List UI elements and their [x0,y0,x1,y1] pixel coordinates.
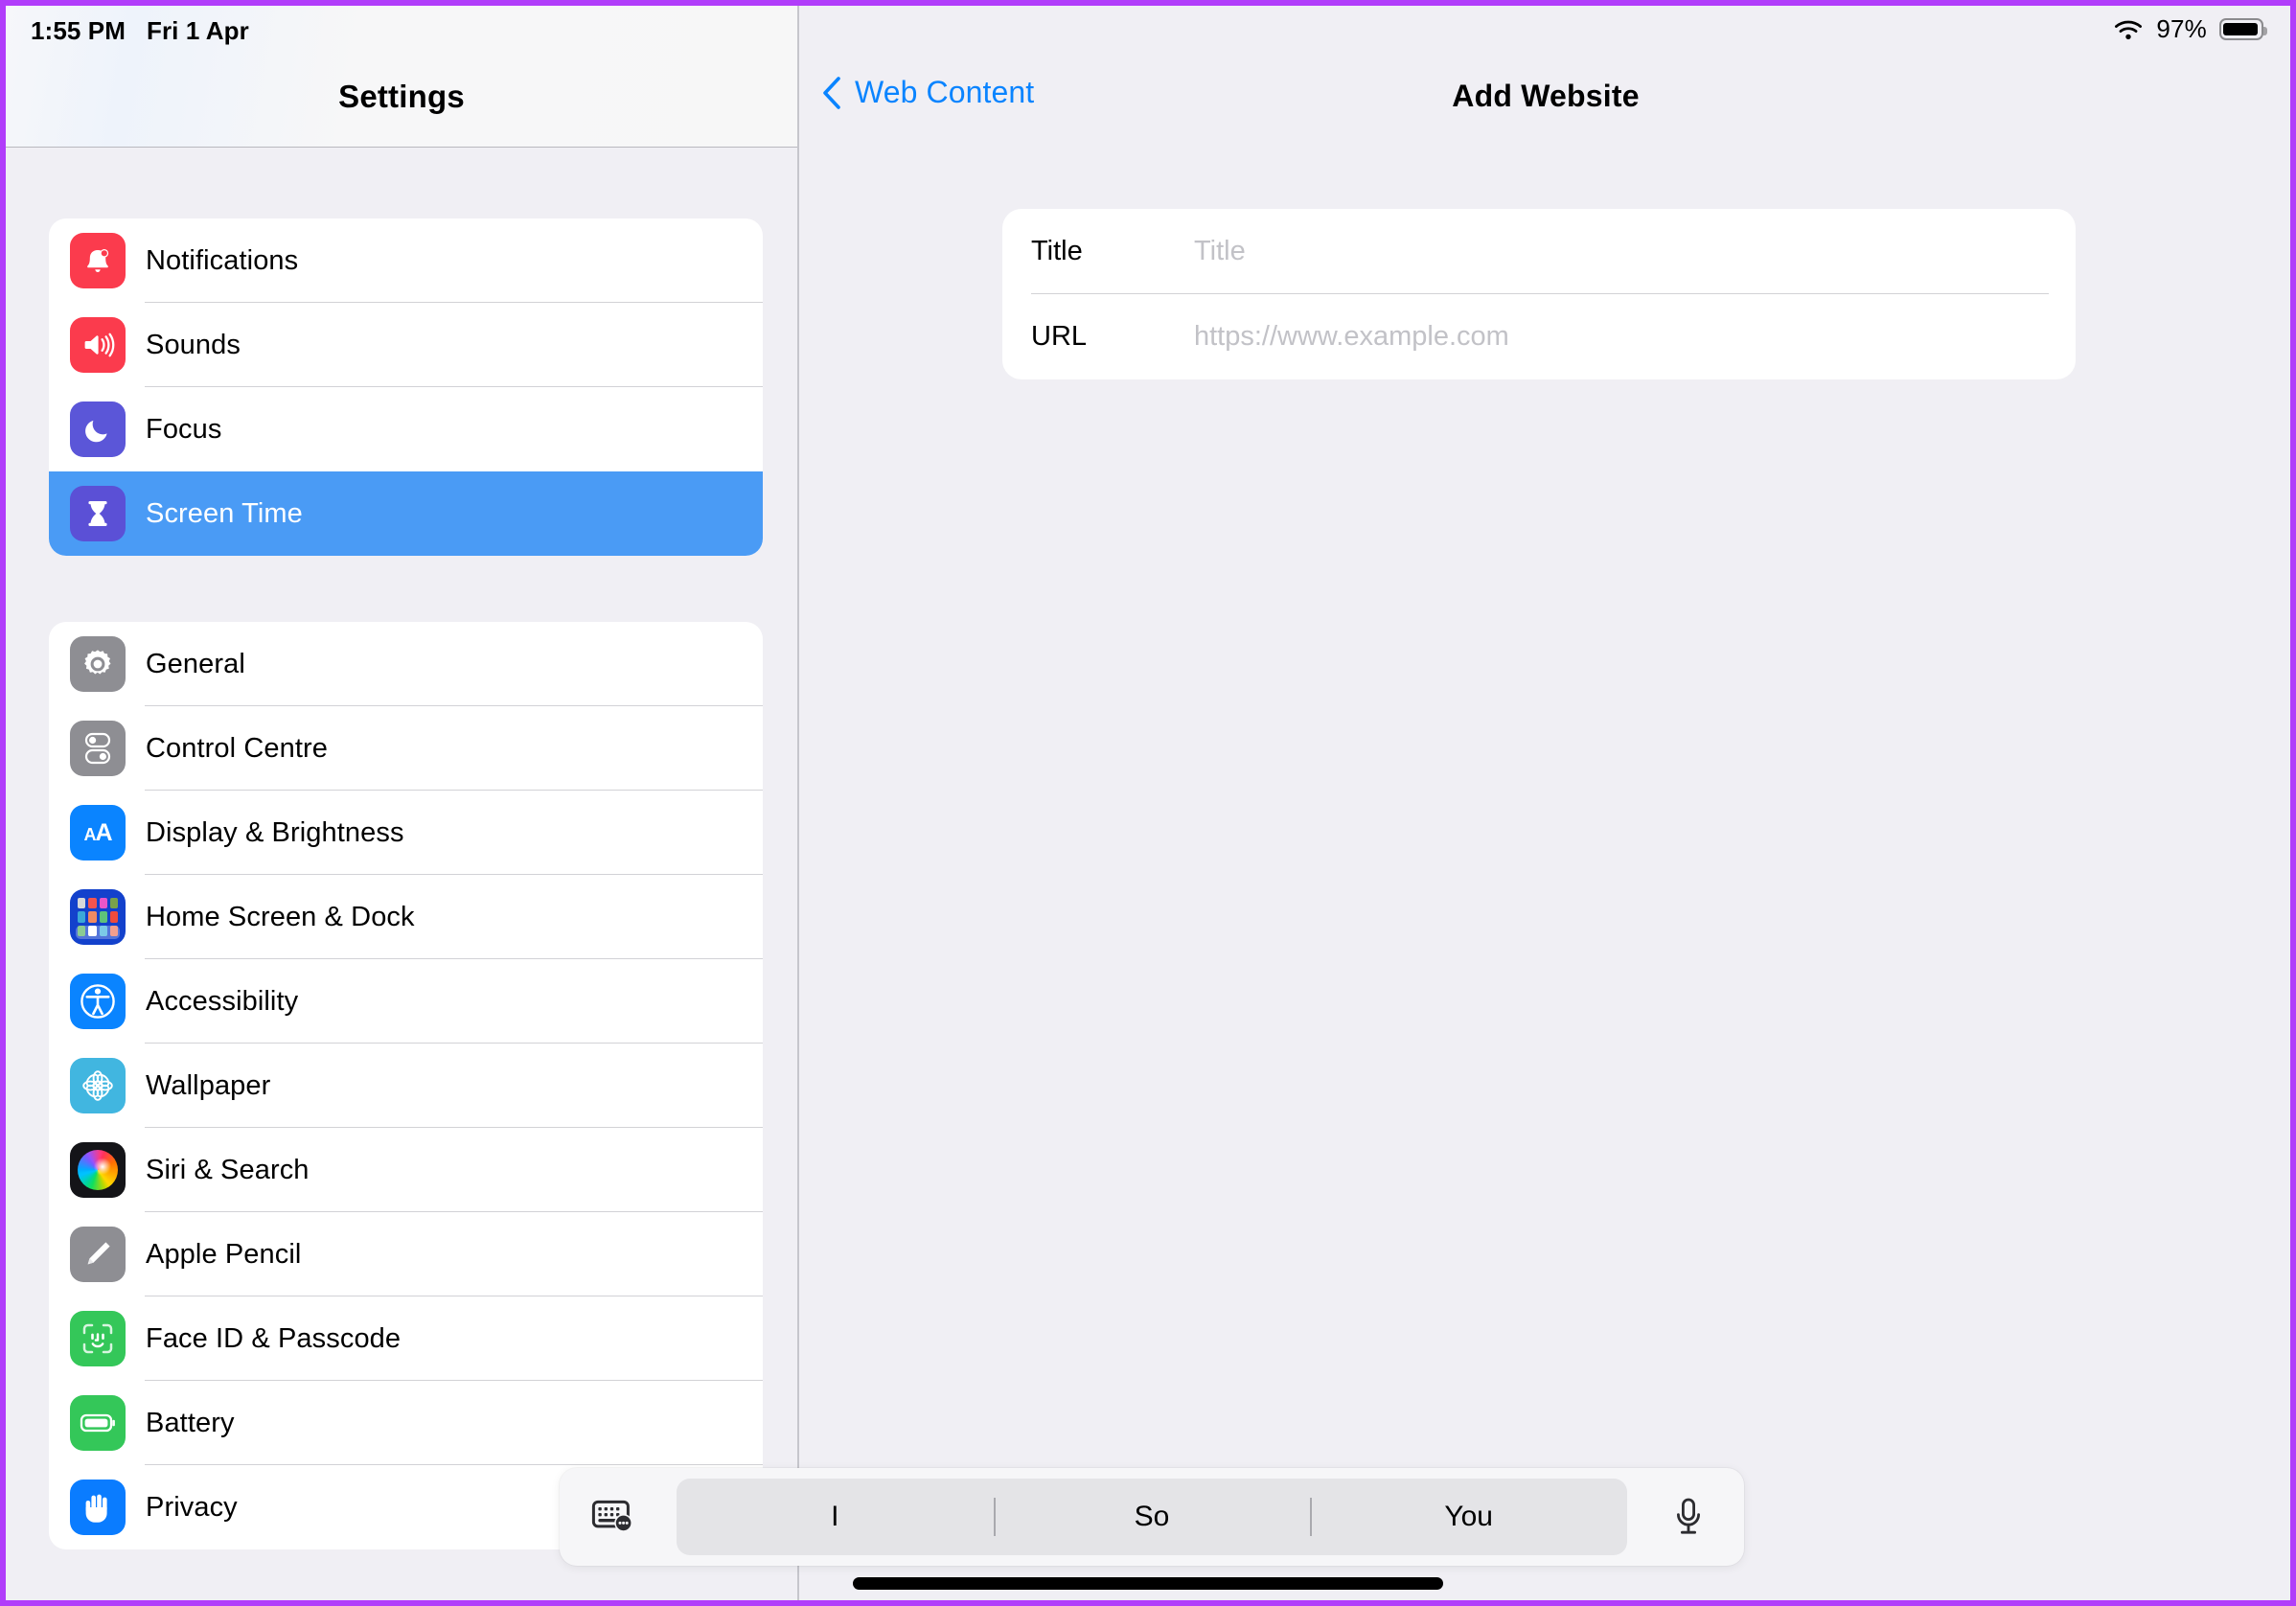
suggestion-item[interactable]: I [677,1479,994,1555]
sidebar-item-label: Home Screen & Dock [146,901,415,932]
keyboard-ellipsis-icon [591,1500,632,1532]
sidebar-item-label: Apple Pencil [146,1238,302,1270]
sidebar-header: Settings [6,6,797,148]
sidebar-item-label: Sounds [146,329,241,360]
sidebar-item-label: Privacy [146,1491,238,1523]
battery-icon [70,1395,126,1451]
sidebar-item-accessibility[interactable]: Accessibility [49,959,763,1044]
toggles-icon [70,721,126,776]
sidebar-item-label: Control Centre [146,732,328,764]
keyboard-toolbar: I So You [560,1468,1744,1566]
detail-navigation-bar: Web Content Add Website [801,54,2290,148]
moon-icon [70,402,126,457]
sidebar-item-general[interactable]: General [49,622,763,706]
predictive-suggestions: I So You [677,1479,1627,1555]
url-input[interactable] [1194,321,2076,353]
settings-sidebar: Settings Notifications Sounds Focus Scre… [6,6,799,1600]
gear-icon [70,636,126,692]
ipad-screen: Settings Notifications Sounds Focus Scre… [6,6,2290,1600]
home-screen-icon [70,889,126,945]
sidebar-item-control-centre[interactable]: Control Centre [49,706,763,791]
sidebar-item-label: Display & Brightness [146,816,404,848]
detail-pane: Web Content Add Website Title URL [801,6,2290,1600]
bell-icon [70,233,126,288]
url-field-label: URL [1031,321,1088,352]
sidebar-item-label: Face ID & Passcode [146,1322,402,1354]
sidebar-item-face-id-passcode[interactable]: Face ID & Passcode [49,1296,763,1381]
sidebar-item-home-screen-dock[interactable]: Home Screen & Dock [49,875,763,959]
accessibility-icon [70,974,126,1029]
aa-text-size-icon: AA [70,805,126,860]
home-indicator [853,1577,1443,1590]
sidebar-item-notifications[interactable]: Notifications [49,218,763,303]
title-input[interactable] [1194,236,2076,267]
siri-orb-shape [78,1150,118,1190]
hand-icon [70,1480,126,1535]
microphone-icon [1677,1498,1700,1534]
dictation-button[interactable] [1633,1468,1744,1566]
sidebar-item-siri-search[interactable]: Siri & Search [49,1128,763,1212]
sidebar-item-label: Siri & Search [146,1154,310,1185]
sidebar-item-battery[interactable]: Battery [49,1381,763,1465]
suggestion-item[interactable]: You [1310,1479,1627,1555]
page-title: Settings [338,79,465,114]
keyboard-switch-button[interactable] [560,1468,671,1566]
sidebar-item-label: Focus [146,413,222,445]
url-field-row[interactable]: URL [1002,294,2076,379]
speaker-icon [70,317,126,373]
siri-orb-icon [70,1142,126,1198]
sidebar-group-secondary: General Control Centre AA Display & Brig… [49,622,763,1549]
sidebar-item-focus[interactable]: Focus [49,387,763,471]
dock-shelf [76,926,120,939]
face-id-icon [70,1311,126,1366]
suggestion-item[interactable]: So [993,1479,1311,1555]
sidebar-item-display-brightness[interactable]: AA Display & Brightness [49,791,763,875]
title-field-label: Title [1031,236,1083,266]
sidebar-group-primary: Notifications Sounds Focus Screen Time [49,218,763,556]
sidebar-item-screen-time[interactable]: Screen Time [49,471,763,556]
sidebar-item-label: Screen Time [146,497,303,529]
sidebar-item-label: Wallpaper [146,1069,271,1101]
sidebar-scroll-area[interactable]: Notifications Sounds Focus Screen Time G… [6,149,797,1600]
sidebar-item-wallpaper[interactable]: Wallpaper [49,1044,763,1128]
sidebar-item-label: Battery [146,1407,235,1438]
title-field-row[interactable]: Title [1002,209,2076,294]
sidebar-item-label: General [146,648,245,679]
sidebar-item-label: Notifications [146,244,299,276]
sidebar-item-apple-pencil[interactable]: Apple Pencil [49,1212,763,1296]
hourglass-icon [70,486,126,541]
pencil-icon [70,1227,126,1282]
add-website-form: Title URL [1002,209,2076,379]
sidebar-item-label: Accessibility [146,985,299,1017]
flower-icon [70,1058,126,1113]
detail-title: Add Website [1452,79,1640,113]
sidebar-item-sounds[interactable]: Sounds [49,303,763,387]
